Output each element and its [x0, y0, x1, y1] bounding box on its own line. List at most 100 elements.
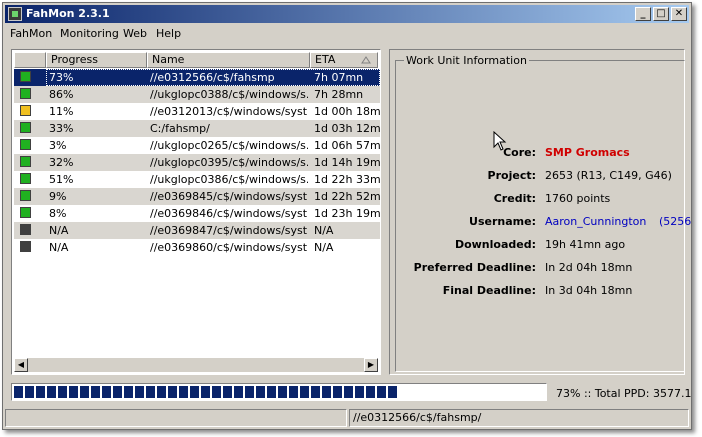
progress-summary: 73% :: Total PPD: 3577.13 — [556, 387, 692, 400]
row-progress: 32% — [49, 156, 74, 169]
list-row[interactable]: 73%//e0312566/c$/fahsmp 7h 07mn — [14, 69, 380, 86]
status-indicator-icon — [20, 139, 31, 150]
minimize-button[interactable]: _ — [635, 7, 651, 21]
menu-help[interactable]: Help — [156, 27, 181, 40]
list-row[interactable]: N/A //e0369847/c$/windows/syst... N/A — [14, 222, 380, 239]
row-eta: 1d 03h 12mn — [314, 122, 381, 135]
menu-monitoring[interactable]: Monitoring — [60, 27, 119, 40]
row-eta: N/A — [314, 224, 334, 237]
focus-outline — [46, 69, 380, 86]
status-indicator-icon — [20, 71, 31, 82]
row-eta: 1d 00h 18mn — [314, 105, 381, 118]
row-progress: N/A — [49, 224, 69, 237]
list-row[interactable]: 86% //ukglopc0388/c$/windows/s... 7h 28mn — [14, 86, 380, 103]
list-row[interactable]: 11% //e0312013/c$/windows/syst... 1d 00h 1… — [14, 103, 380, 120]
column-progress[interactable]: Progress — [46, 52, 147, 68]
column-eta-label: ETA — [315, 53, 336, 66]
info-label: Core: — [503, 146, 536, 159]
info-value: Aaron_Cunnington — [545, 215, 647, 228]
column-status[interactable] — [14, 52, 46, 68]
row-name: //ukglopc0395/c$/windows/s... — [150, 156, 308, 169]
info-value: In 3d 04h 18mn — [545, 284, 633, 297]
work-unit-group: Work Unit Information Core: SMP Gromacs Pr… — [395, 54, 691, 372]
row-eta: 1d 22h 52mn — [314, 190, 381, 203]
info-label: Final Deadline: — [442, 284, 536, 297]
info-label: Preferred Deadline: — [413, 261, 536, 274]
status-indicator-icon — [20, 105, 31, 116]
row-eta: 7h 28mn — [314, 88, 364, 101]
info-value: In 2d 04h 18mn — [545, 261, 633, 274]
status-path: //e0312566/c$/fahsmp/ — [349, 409, 689, 427]
info-value: 2653 (R13, C149, G46) — [545, 169, 672, 182]
info-value: 19h 41mn ago — [545, 238, 626, 251]
info-label: Username: — [469, 215, 536, 228]
row-eta: 1d 06h 57mn — [314, 139, 381, 152]
status-indicator-icon — [20, 241, 31, 252]
row-progress: 3% — [49, 139, 67, 152]
window-title: FahMon 2.3.1 — [26, 7, 110, 20]
status-indicator-icon — [20, 122, 31, 133]
list-row[interactable]: 3% //ukglopc0265/c$/windows/s... 1d 06h 57… — [14, 137, 380, 154]
row-progress: 11% — [49, 105, 74, 118]
info-label: Project: — [487, 169, 536, 182]
menu-fahmon[interactable]: FahMon — [10, 27, 52, 40]
status-indicator-icon — [20, 88, 31, 99]
status-indicator-icon — [20, 207, 31, 218]
row-progress: 51% — [49, 173, 74, 186]
row-name: //ukglopc0265/c$/windows/s... — [150, 139, 308, 152]
list-row[interactable]: N/A //e0369860/c$/windows/syst... N/A — [14, 239, 380, 256]
row-name: C:/fahsmp/ — [150, 122, 210, 135]
list-row[interactable]: 8% //e0369846/c$/windows/syst... 1d 23h 19… — [14, 205, 380, 222]
status-bar: //e0312566/c$/fahsmp/ — [5, 407, 689, 427]
sort-ascending-icon — [361, 56, 371, 64]
row-eta: 1d 14h 19mn — [314, 156, 381, 169]
list-row[interactable]: 51% //ukglopc0386/c$/windows/s... 1d 22h 3… — [14, 171, 380, 188]
row-name: //ukglopc0388/c$/windows/s... — [150, 88, 308, 101]
progress-fill — [14, 386, 397, 398]
info-value-extra: (52562) — [659, 215, 692, 228]
info-label: Credit: — [493, 192, 536, 205]
overall-progress-bar — [11, 383, 547, 401]
status-left — [5, 409, 347, 427]
row-progress: 86% — [49, 88, 74, 101]
mouse-cursor-icon — [493, 131, 507, 151]
info-value: SMP Gromacs — [545, 146, 630, 159]
menu-bar: FahMon Monitoring Web Help — [3, 25, 691, 43]
horizontal-scrollbar[interactable]: ◀ ▶ — [14, 358, 378, 372]
scroll-right-button[interactable]: ▶ — [364, 358, 378, 372]
row-name: //e0369845/c$/windows/syst... — [150, 190, 308, 203]
row-name: //e0369846/c$/windows/syst... — [150, 207, 308, 220]
info-value: 1760 points — [545, 192, 611, 205]
row-progress: 8% — [49, 207, 67, 220]
row-name: //e0369860/c$/windows/syst... — [150, 241, 308, 254]
status-indicator-icon — [20, 224, 31, 235]
row-name: //e0369847/c$/windows/syst... — [150, 224, 308, 237]
app-window: FahMon 2.3.1 _ □ ✕ FahMon Monitoring Web… — [2, 2, 692, 430]
row-name: //ukglopc0386/c$/windows/s... — [150, 173, 308, 186]
work-unit-title: Work Unit Information — [404, 54, 529, 67]
work-unit-panel: Work Unit Information Core: SMP Gromacs Pr… — [389, 49, 691, 375]
status-indicator-icon — [20, 173, 31, 184]
row-eta: 1d 22h 33mn — [314, 173, 381, 186]
row-eta: 1d 23h 19mn — [314, 207, 381, 220]
list-row[interactable]: 9% //e0369845/c$/windows/syst... 1d 22h 52… — [14, 188, 380, 205]
list-row[interactable]: 33% C:/fahsmp/1d 03h 12mn — [14, 120, 380, 137]
row-eta: N/A — [314, 241, 334, 254]
row-progress: 33% — [49, 122, 74, 135]
column-name[interactable]: Name — [147, 52, 310, 68]
maximize-button[interactable]: □ — [653, 7, 669, 21]
row-name: //e0312013/c$/windows/syst... — [150, 105, 308, 118]
list-row[interactable]: 32% //ukglopc0395/c$/windows/s... 1d 14h 1… — [14, 154, 380, 171]
close-button[interactable]: ✕ — [671, 7, 687, 21]
title-bar[interactable]: FahMon 2.3.1 _ □ ✕ — [5, 5, 689, 23]
row-progress: N/A — [49, 241, 69, 254]
row-progress: 9% — [49, 190, 67, 203]
column-eta[interactable]: ETA — [310, 52, 378, 68]
client-list[interactable]: Progress Name ETA 73%//e0312566/c$/fahsm… — [11, 49, 381, 375]
status-indicator-icon — [20, 190, 31, 201]
app-icon[interactable] — [8, 7, 22, 21]
info-label: Downloaded: — [454, 238, 536, 251]
menu-web[interactable]: Web — [123, 27, 147, 40]
status-indicator-icon — [20, 156, 31, 167]
scroll-left-button[interactable]: ◀ — [14, 358, 28, 372]
